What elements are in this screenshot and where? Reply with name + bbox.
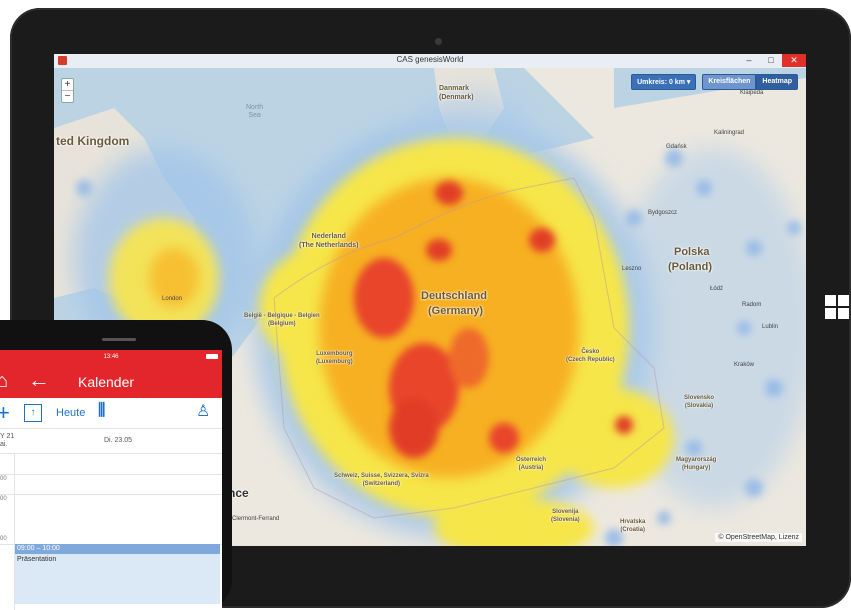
day-header: Y 21 ai. Di. 23.05 [0, 429, 222, 454]
window-title: CAS genesisWorld [396, 55, 464, 64]
label-united-kingdom: ted Kingdom [56, 134, 130, 148]
phone-frame: 13:46 ⌂ ← Kalender + ↑ Heute ⫼ ♙ Y 21 ai… [0, 320, 232, 610]
calendar-event[interactable]: 09:00 – 10:00 Präsentation [15, 544, 220, 604]
window-titlebar: CAS genesisWorld – □ ✕ [54, 54, 806, 69]
windows-logo-icon[interactable] [825, 295, 849, 319]
label-osterreich: Österreich (Austria) [516, 457, 547, 471]
heatmap-button[interactable]: Heatmap [756, 74, 798, 90]
city-klaipeda: Klaipėda [740, 90, 764, 96]
phone-screen: 13:46 ⌂ ← Kalender + ↑ Heute ⫼ ♙ Y 21 ai… [0, 350, 222, 610]
maximize-button[interactable]: □ [760, 54, 782, 67]
user-icon[interactable]: ♙ [196, 401, 210, 421]
view-toggle: Kreisflächen Heatmap [702, 74, 798, 90]
label-magyarorszag: Magyarország (Hungary) [676, 457, 717, 471]
phone-toolbar: + ↑ Heute ⫼ ♙ [0, 398, 222, 429]
calendar-icon[interactable]: ↑ [24, 404, 42, 422]
label-deutschland: Deutschland [421, 290, 488, 302]
label-germany: (Germany) [428, 305, 484, 317]
map-attribution[interactable]: © OpenStreetMap, Lizenz [715, 533, 802, 542]
city-london: London [162, 296, 183, 302]
label-nederland: Nederland (The Netherlands) [299, 233, 359, 249]
city-kaliningrad: Kaliningrad [714, 130, 745, 136]
home-icon[interactable]: ⌂ [0, 370, 8, 393]
add-icon[interactable]: + [0, 400, 10, 426]
city-krakow: Kraków [734, 362, 755, 368]
label-cesko: Česko (Czech Republic) [566, 349, 615, 363]
label-poland: (Poland) [668, 261, 712, 273]
tablet-camera [435, 38, 442, 45]
city-lodz: Łódź [710, 286, 724, 292]
status-time: 13:46 [103, 354, 119, 360]
label-north-sea: North Sea [246, 104, 264, 119]
city-radom: Radom [742, 302, 762, 308]
zoom-control[interactable]: + − [61, 78, 74, 103]
zoom-out-button[interactable]: − [62, 90, 73, 102]
circle-areas-button[interactable]: Kreisflächen [702, 74, 757, 90]
current-day-label[interactable]: Di. 23.05 [104, 437, 132, 444]
phone-speaker [102, 338, 136, 341]
map-controls: Umkreis: 0 km ▾ Kreisflächen Heatmap [631, 74, 798, 90]
label-polska: Polska [674, 246, 710, 258]
phone-status-bar: 13:46 [0, 350, 222, 364]
label-denmark: Danmark (Denmark) [439, 85, 474, 101]
hour-row [0, 494, 222, 495]
back-arrow-icon[interactable]: ← [28, 367, 50, 393]
today-button[interactable]: Heute [56, 407, 85, 419]
event-time: 09:00 – 10:00 [17, 545, 60, 552]
minimize-button[interactable]: – [738, 54, 760, 67]
city-gdansk: Gdańsk [666, 144, 687, 150]
label-slovensko: Slovensko (Slovakia) [684, 395, 715, 409]
hour-label: 00 [0, 476, 7, 482]
event-title: Präsentation [17, 556, 57, 563]
label-switzerland: Schweiz, Suisse, Svizzera, Svizra (Switz… [334, 473, 429, 487]
city-clermont: Clermont-Ferrand [232, 516, 280, 522]
filter-icon[interactable]: ⫼ [98, 402, 105, 420]
day-grid[interactable]: 00 00 00 09:00 – 10:00 Präsentation [0, 454, 222, 610]
label-luxembourg: Luxembourg (Luxemburg) [316, 351, 353, 365]
app-title: Kalender [78, 374, 135, 390]
battery-icon [206, 354, 218, 359]
close-button[interactable]: ✕ [782, 54, 806, 67]
zoom-in-button[interactable]: + [62, 79, 73, 90]
prev-day-label[interactable]: Y 21 ai. [0, 433, 14, 449]
city-lublin: Lublin [762, 324, 779, 330]
label-belgium: België - Belgique - Belgien (Belgium) [244, 313, 320, 327]
hour-row [0, 474, 222, 475]
hour-label: 00 [0, 496, 7, 502]
city-bydgoszcz: Bydgoszcz [648, 210, 678, 216]
phone-app-bar: ⌂ ← Kalender [0, 364, 222, 398]
radius-dropdown[interactable]: Umkreis: 0 km ▾ [631, 74, 697, 90]
label-hrvatska: Hrvatska (Croatia) [620, 519, 646, 533]
city-leszno: Leszno [622, 266, 642, 272]
label-slovenija: Slovenija (Slovenia) [551, 509, 580, 523]
hour-label: 00 [0, 536, 7, 542]
